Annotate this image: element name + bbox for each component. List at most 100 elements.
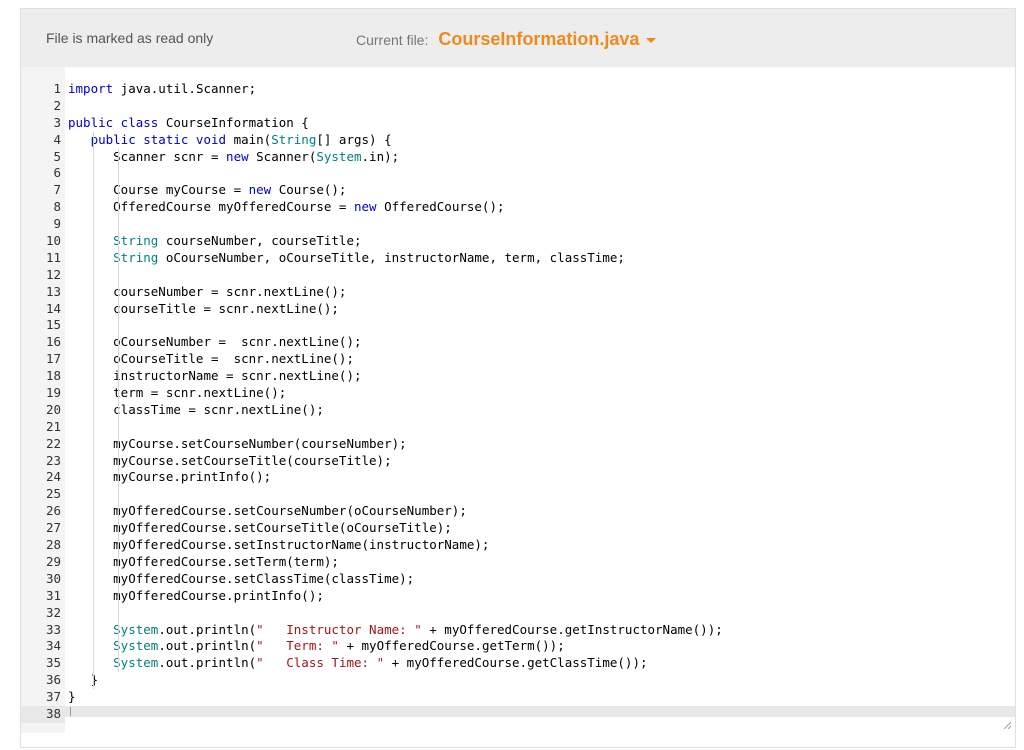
code-text[interactable]: myOfferedCourse.printInfo(); (68, 588, 324, 605)
indent-guide (93, 605, 94, 622)
code-text[interactable]: classTime = scnr.nextLine(); (68, 402, 324, 419)
indent-guide (118, 284, 119, 301)
code-line[interactable]: 19 term = scnr.nextLine(); (21, 385, 1015, 402)
code-text[interactable]: public class CourseInformation { (68, 115, 309, 132)
indent-guide (118, 419, 119, 436)
code-line[interactable]: 15 (21, 317, 1015, 334)
code-line[interactable]: 32 (21, 605, 1015, 622)
code-line[interactable]: 30 myOfferedCourse.setClassTime(classTim… (21, 571, 1015, 588)
code-text[interactable]: myCourse.setCourseTitle(courseTitle); (68, 453, 392, 470)
file-header: File is marked as read only Current file… (21, 9, 1015, 67)
code-line[interactable]: 36 } (21, 672, 1015, 689)
filename-text[interactable]: CourseInformation.java (438, 29, 639, 50)
code-line[interactable]: 29 myOfferedCourse.setTerm(term); (21, 554, 1015, 571)
code-area[interactable]: 1import java.util.Scanner;23public class… (21, 81, 1015, 723)
code-text[interactable]: System.out.println(" Instructor Name: " … (68, 622, 723, 639)
code-line[interactable]: 13 courseNumber = scnr.nextLine(); (21, 284, 1015, 301)
code-line[interactable]: 16 oCourseNumber = scnr.nextLine(); (21, 334, 1015, 351)
code-text[interactable]: myCourse.printInfo(); (68, 469, 271, 486)
code-line[interactable]: 21 (21, 419, 1015, 436)
code-line[interactable]: 17 oCourseTitle = scnr.nextLine(); (21, 351, 1015, 368)
code-text[interactable]: term = scnr.nextLine(); (68, 385, 286, 402)
code-line[interactable]: 6 (21, 165, 1015, 182)
line-number: 19 (21, 385, 61, 402)
indent-guide (118, 469, 119, 486)
indent-guide (93, 182, 94, 199)
code-line[interactable]: 14 courseTitle = scnr.nextLine(); (21, 301, 1015, 318)
line-number: 7 (21, 182, 61, 199)
code-line[interactable]: 1import java.util.Scanner; (21, 81, 1015, 98)
line-number: 13 (21, 284, 61, 301)
indent-guide (118, 301, 119, 318)
code-line[interactable]: 7 Course myCourse = new Course(); (21, 182, 1015, 199)
code-line[interactable]: 33 System.out.println(" Instructor Name:… (21, 622, 1015, 639)
code-line[interactable]: 11 String oCourseNumber, oCourseTitle, i… (21, 250, 1015, 267)
code-line[interactable]: 26 myOfferedCourse.setCourseNumber(oCour… (21, 503, 1015, 520)
code-text[interactable]: myOfferedCourse.setCourseTitle(oCourseTi… (68, 520, 452, 537)
code-text[interactable]: courseNumber = scnr.nextLine(); (68, 284, 346, 301)
code-line[interactable]: 3public class CourseInformation { (21, 115, 1015, 132)
indent-guide (93, 317, 94, 334)
code-line[interactable]: 12 (21, 267, 1015, 284)
line-number: 6 (21, 165, 61, 182)
code-line[interactable]: 22 myCourse.setCourseNumber(courseNumber… (21, 436, 1015, 453)
line-number: 26 (21, 503, 61, 520)
code-line[interactable]: 2 (21, 98, 1015, 115)
indent-guide (118, 149, 119, 166)
code-text[interactable]: myOfferedCourse.setClassTime(classTime); (68, 571, 414, 588)
code-line[interactable]: 34 System.out.println(" Term: " + myOffe… (21, 638, 1015, 655)
code-text[interactable]: String courseNumber, courseTitle; (68, 233, 362, 250)
indent-guide (118, 537, 119, 554)
code-line[interactable]: 18 instructorName = scnr.nextLine(); (21, 368, 1015, 385)
code-line[interactable]: 20 classTime = scnr.nextLine(); (21, 402, 1015, 419)
code-line[interactable]: 8 OfferedCourse myOfferedCourse = new Of… (21, 199, 1015, 216)
code-text[interactable]: oCourseTitle = scnr.nextLine(); (68, 351, 354, 368)
code-text[interactable]: } (68, 689, 76, 706)
code-text[interactable]: System.out.println(" Class Time: " + myO… (68, 655, 648, 672)
code-text[interactable]: oCourseNumber = scnr.nextLine(); (68, 334, 362, 351)
code-line[interactable]: 9 (21, 216, 1015, 233)
code-line[interactable]: 5 Scanner scnr = new Scanner(System.in); (21, 149, 1015, 166)
indent-guide (118, 655, 119, 672)
line-number: 12 (21, 267, 61, 284)
code-line[interactable]: 4 public static void main(String[] args)… (21, 132, 1015, 149)
indent-guide (93, 655, 94, 672)
line-number: 34 (21, 638, 61, 655)
code-line[interactable]: 31 myOfferedCourse.printInfo(); (21, 588, 1015, 605)
indent-guide (93, 503, 94, 520)
code-text[interactable]: instructorName = scnr.nextLine(); (68, 368, 362, 385)
indent-guide (118, 520, 119, 537)
code-line[interactable]: 24 myCourse.printInfo(); (21, 469, 1015, 486)
code-text[interactable]: myOfferedCourse.setInstructorName(instru… (68, 537, 489, 554)
code-line[interactable]: 10 String courseNumber, courseTitle; (21, 233, 1015, 250)
code-text[interactable]: import java.util.Scanner; (68, 81, 256, 98)
code-text[interactable]: myOfferedCourse.setCourseNumber(oCourseN… (68, 503, 467, 520)
indent-guide (93, 267, 94, 284)
filename-dropdown[interactable]: CourseInformation.java (438, 29, 656, 50)
code-line[interactable]: 35 System.out.println(" Class Time: " + … (21, 655, 1015, 672)
indent-guide (118, 317, 119, 334)
code-text[interactable]: public static void main(String[] args) { (68, 132, 392, 149)
code-text[interactable]: OfferedCourse myOfferedCourse = new Offe… (68, 199, 505, 216)
indent-guide (118, 351, 119, 368)
code-line[interactable]: 27 myOfferedCourse.setCourseTitle(oCours… (21, 520, 1015, 537)
code-line[interactable]: 23 myCourse.setCourseTitle(courseTitle); (21, 453, 1015, 470)
code-line[interactable]: 28 myOfferedCourse.setInstructorName(ins… (21, 537, 1015, 554)
code-text[interactable]: courseTitle = scnr.nextLine(); (68, 301, 339, 318)
current-file-label: Current file: (356, 32, 428, 48)
code-line[interactable]: 37} (21, 689, 1015, 706)
code-text[interactable]: String oCourseNumber, oCourseTitle, inst… (68, 250, 625, 267)
indent-guide (93, 385, 94, 402)
code-text[interactable]: Course myCourse = new Course(); (68, 182, 346, 199)
caret-down-icon[interactable] (646, 38, 656, 43)
line-number: 27 (21, 520, 61, 537)
indent-guide (118, 503, 119, 520)
indent-guide (118, 453, 119, 470)
indent-guide (93, 436, 94, 453)
code-line[interactable]: 25 (21, 486, 1015, 503)
code-text[interactable]: myOfferedCourse.setTerm(term); (68, 554, 339, 571)
editor-footer (65, 716, 1015, 733)
code-text[interactable]: System.out.println(" Term: " + myOffered… (68, 638, 565, 655)
code-editor[interactable]: 1import java.util.Scanner;23public class… (21, 67, 1015, 733)
resize-handle-icon[interactable] (1003, 721, 1011, 729)
